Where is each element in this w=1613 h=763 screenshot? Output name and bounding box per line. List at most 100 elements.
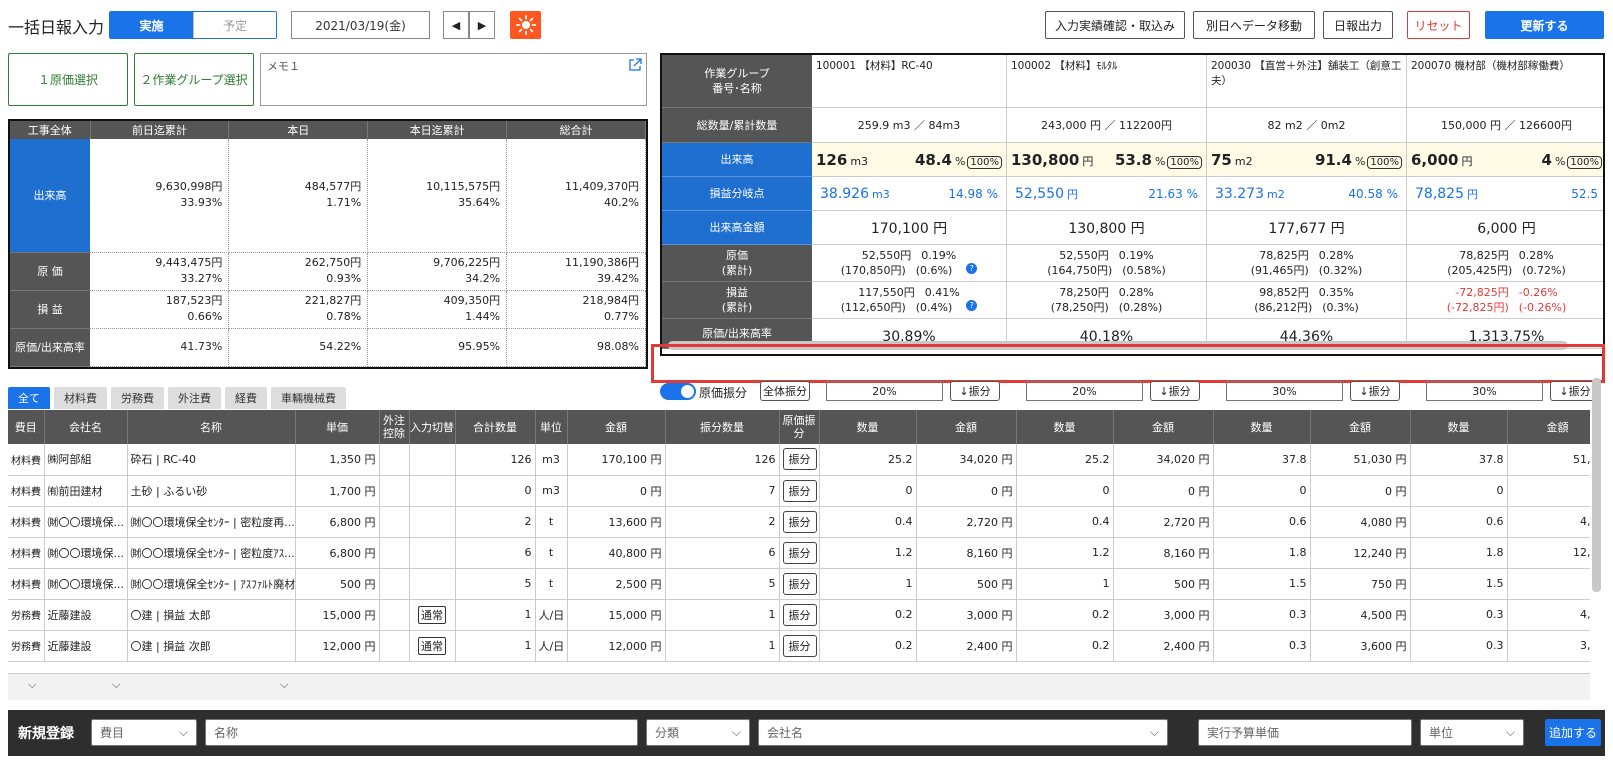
- work-group-name[interactable]: 100001 【材料】RC-40: [812, 55, 1007, 108]
- column-header[interactable]: 数量: [819, 410, 917, 444]
- external-link-icon[interactable]: [628, 58, 642, 72]
- table-cell[interactable]: 通常: [409, 630, 456, 662]
- column-header[interactable]: 入力切替: [409, 410, 456, 444]
- full-percent-button[interactable]: 100%: [1367, 155, 1402, 169]
- weather-button[interactable]: [510, 11, 541, 39]
- tab-4[interactable]: 経費: [225, 387, 267, 409]
- profit-cumulative-percent: (-0.26%): [1518, 301, 1567, 314]
- scrollbar-highlight-box: [651, 344, 1605, 383]
- work-group-name[interactable]: 100002 【材料】ﾓﾙﾀﾙ: [1007, 55, 1207, 108]
- budget-price-input[interactable]: 実行予算単価: [1198, 719, 1412, 746]
- add-button[interactable]: 追加する: [1545, 719, 1601, 746]
- tab-5[interactable]: 車輛機械費: [271, 387, 346, 409]
- table-cell: 2: [455, 506, 536, 538]
- column-header[interactable]: 金額: [1507, 410, 1590, 444]
- date-field[interactable]: 2021/03/19(金): [291, 11, 430, 39]
- summary-value: 9,630,998円: [155, 180, 223, 194]
- chevron-down-icon[interactable]: ⌵: [112, 678, 120, 696]
- full-percent-button[interactable]: 100%: [1167, 155, 1202, 169]
- mode-plan-button[interactable]: 予定: [193, 12, 276, 38]
- distribute-down-button[interactable]: ↓振分: [1350, 381, 1400, 401]
- import-button[interactable]: 入力実績確認・取込み: [1045, 11, 1185, 39]
- distribute-down-button[interactable]: ↓振分: [950, 381, 1000, 401]
- table-cell: 1: [455, 630, 536, 662]
- input-placeholder: 名称: [214, 726, 239, 740]
- prev-day-button[interactable]: ◀: [443, 11, 469, 39]
- work-group-dekidaka[interactable]: 130,800 円 53.8% 100%: [1007, 143, 1207, 177]
- distribute-row-button[interactable]: 振分: [782, 510, 817, 533]
- column-header[interactable]: 会社名: [44, 410, 128, 444]
- table-row: 材料費 ㈱阿部組 砕石 | RC-40 1,350 円 126 m3 170,100 円 12…: [8, 444, 1590, 476]
- distribution-percent-input[interactable]: 20%: [1026, 381, 1143, 401]
- column-header[interactable]: 単位: [535, 410, 568, 444]
- reset-button[interactable]: リセット: [1407, 11, 1470, 39]
- help-icon[interactable]: ?: [966, 300, 978, 311]
- tab-3[interactable]: 外注費: [168, 387, 221, 409]
- distribution-percent-input[interactable]: 20%: [826, 381, 943, 401]
- table-cell: 51,03: [1507, 444, 1590, 476]
- distribute-row-button[interactable]: 振分: [782, 541, 817, 564]
- distribute-row-button[interactable]: 振分: [782, 479, 817, 502]
- distribution-percent-input[interactable]: 30%: [1226, 381, 1343, 401]
- table-cell: 25.2: [1016, 444, 1114, 476]
- distribute-row-button[interactable]: 振分: [782, 572, 817, 595]
- work-group-dekidaka[interactable]: 126 m3 48.4% 100%: [812, 143, 1007, 177]
- name-input[interactable]: 名称: [205, 719, 638, 746]
- mode-actual-button[interactable]: 実施: [110, 12, 193, 38]
- column-header[interactable]: 合計数量: [455, 410, 536, 444]
- column-header[interactable]: 費目: [8, 410, 45, 444]
- distribution-percent-input[interactable]: 30%: [1426, 381, 1543, 401]
- column-header[interactable]: 単価: [295, 410, 380, 444]
- table-cell: 1.8: [1410, 537, 1508, 569]
- distribute-all-button[interactable]: 全体振分: [760, 381, 810, 401]
- category-select[interactable]: 分類 ⌵: [646, 719, 750, 746]
- chevron-down-icon[interactable]: ⌵: [28, 678, 36, 696]
- distribute-row-button[interactable]: 振分: [782, 448, 817, 471]
- help-icon[interactable]: ?: [966, 263, 978, 274]
- column-header[interactable]: 名称: [127, 410, 296, 444]
- work-group-dekidaka[interactable]: 6,000 円 4% 100%: [1407, 143, 1603, 177]
- tab-2[interactable]: 労務費: [111, 387, 164, 409]
- memo-textarea[interactable]: メモ１: [260, 53, 647, 106]
- cost-select-button[interactable]: １原価選択: [8, 53, 128, 106]
- column-header[interactable]: 原価振分: [779, 410, 820, 444]
- update-button[interactable]: 更新する: [1485, 11, 1604, 39]
- column-header[interactable]: 金額: [916, 410, 1017, 444]
- vertical-scrollbar[interactable]: [1592, 378, 1601, 592]
- cost-distribution-toggle[interactable]: [660, 383, 696, 400]
- distribute-row-button[interactable]: 振分: [782, 603, 817, 626]
- dekidaka-value: 130,800: [1011, 150, 1080, 169]
- tab-1[interactable]: 材料費: [54, 387, 107, 409]
- column-header[interactable]: 振分数量: [665, 410, 780, 444]
- column-header[interactable]: 外注控除: [379, 410, 410, 444]
- full-percent-button[interactable]: 100%: [1567, 155, 1602, 169]
- input-mode-select[interactable]: 通常: [418, 605, 446, 624]
- summary-table: 工事全体 前日迄累計 本日 本日迄累計 総合計 出来高 9,630,998円 33.…: [8, 119, 648, 369]
- move-data-button[interactable]: 別日へデータ移動: [1193, 11, 1315, 39]
- work-group-name[interactable]: 200070 機材部（機材部稼働費）: [1407, 55, 1603, 108]
- table-cell[interactable]: 通常: [409, 599, 456, 631]
- chevron-down-icon[interactable]: ⌵: [280, 678, 288, 696]
- column-header[interactable]: 数量: [1213, 410, 1311, 444]
- summary-value: 11,190,386円: [565, 256, 639, 270]
- column-header[interactable]: 数量: [1410, 410, 1508, 444]
- full-percent-button[interactable]: 100%: [967, 155, 1002, 169]
- next-day-button[interactable]: ▶: [469, 11, 495, 39]
- report-output-button[interactable]: 日報出力: [1323, 11, 1393, 39]
- cost-item-select[interactable]: 費目 ⌵: [91, 719, 197, 746]
- work-group-select-button[interactable]: ２作業グループ選択: [134, 53, 254, 106]
- column-header[interactable]: 数量: [1016, 410, 1114, 444]
- input-mode-select[interactable]: 通常: [418, 636, 446, 655]
- company-select[interactable]: 会社名 ⌵: [758, 719, 1168, 746]
- distribute-down-button[interactable]: ↓振分: [1150, 381, 1200, 401]
- column-header[interactable]: 金額: [1310, 410, 1411, 444]
- tab-0[interactable]: 全て: [8, 387, 50, 409]
- table-cell: 51,030 円: [1310, 444, 1411, 476]
- distribute-row-button[interactable]: 振分: [782, 634, 817, 657]
- column-header[interactable]: 金額: [1113, 410, 1214, 444]
- unit-select[interactable]: 単位 ⌵: [1420, 719, 1524, 746]
- work-group-name[interactable]: 200030 【直営＋外注】舗装工（創意工夫）: [1207, 55, 1407, 108]
- break-even-percent: 14.98 %: [948, 186, 998, 201]
- column-header[interactable]: 金額: [567, 410, 666, 444]
- work-group-dekidaka[interactable]: 75 m2 91.4% 100%: [1207, 143, 1407, 177]
